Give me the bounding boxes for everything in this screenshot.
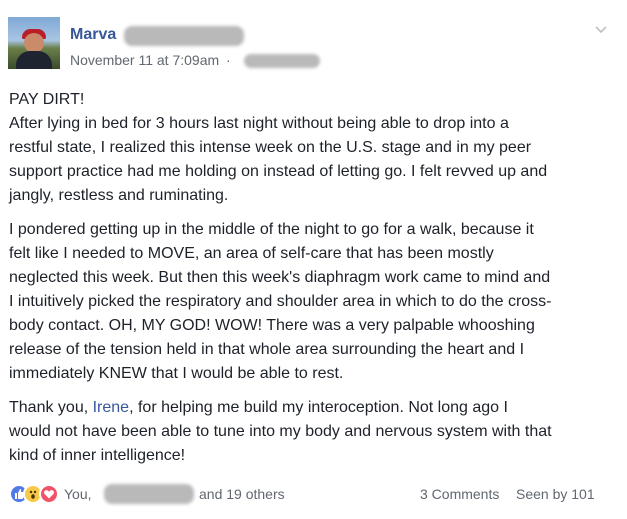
text-line: support practice had me holding on inste… [9, 163, 548, 180]
paragraph-1: PAY DIRT! After lying in bed for 3 hours… [9, 88, 611, 208]
text-line: kind of inner intelligence! [9, 447, 186, 464]
text-line: release of the tension held in that whol… [9, 341, 525, 358]
text-line: PAY DIRT! [9, 91, 85, 108]
author-name[interactable]: Marva [70, 26, 116, 44]
reaction-others-count[interactable]: and 19 others [199, 486, 285, 502]
facebook-post: Marva November 11 at 7:09am · PAY DIRT! … [0, 0, 627, 519]
meta-separator: · [226, 52, 231, 68]
paragraph-2: I pondered getting up in the middle of t… [9, 218, 611, 386]
text-line: I intuitively picked the respiratory and… [9, 293, 552, 310]
redacted-surname [124, 26, 244, 46]
redacted-audience [244, 54, 320, 68]
comments-count-link[interactable]: 3 Comments [420, 486, 499, 502]
text-line: After lying in bed for 3 hours last nigh… [9, 115, 509, 132]
seen-by-count[interactable]: Seen by 101 [516, 486, 595, 502]
text-line: immediately KNEW that I would be able to… [9, 365, 344, 382]
text-line: body contact. OH, MY GOD! WOW! There was… [9, 317, 535, 334]
love-icon [39, 484, 59, 504]
avatar-body [16, 51, 52, 69]
redacted-reactor-name [104, 484, 194, 504]
text-line: neglected this week. But then this week'… [9, 269, 551, 286]
text-line: felt like I needed to MOVE, an area of s… [9, 245, 494, 262]
post-body: PAY DIRT! After lying in bed for 3 hours… [9, 88, 611, 478]
post-timestamp[interactable]: November 11 at 7:09am [70, 52, 219, 68]
avatar-face [24, 33, 44, 53]
mention-link[interactable]: Irene [93, 399, 129, 416]
text-line: I pondered getting up in the middle of t… [9, 221, 534, 238]
author-avatar[interactable] [8, 17, 60, 69]
reaction-names-prefix[interactable]: You, [64, 486, 92, 502]
chevron-down-icon[interactable] [594, 22, 608, 36]
text-line: jangly, restless and ruminating. [9, 187, 229, 204]
text-line: would not have been able to tune into my… [9, 423, 552, 440]
paragraph-3: Thank you, Irene, for helping me build m… [9, 396, 611, 468]
text-line: Thank you, Irene, for helping me build m… [9, 396, 611, 420]
text-line: restful state, I realized this intense w… [9, 139, 532, 156]
text-fragment: , for helping me build my interoception.… [129, 399, 508, 416]
post-meta: November 11 at 7:09am · [70, 52, 231, 68]
text-fragment: Thank you, [9, 399, 93, 416]
